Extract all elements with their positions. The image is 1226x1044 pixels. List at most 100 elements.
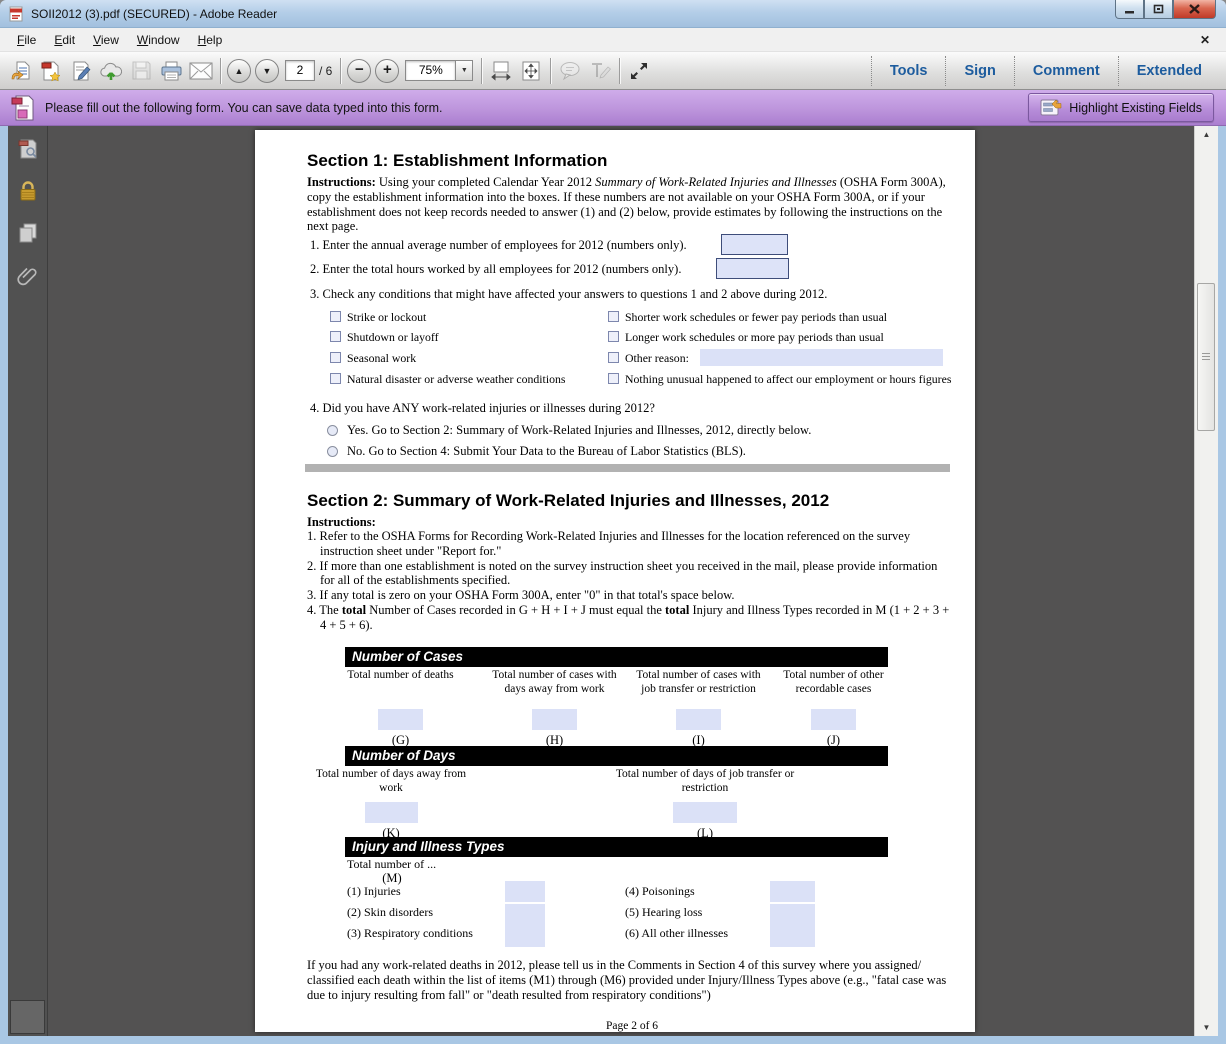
form-field-M4[interactable] xyxy=(770,881,815,902)
toolbar-separator xyxy=(550,58,551,84)
instruction-item: 1. Refer to the OSHA Forms for Recording… xyxy=(307,529,953,559)
close-document-icon[interactable]: ✕ xyxy=(1200,33,1210,47)
type-item-label: (2) Skin disorders xyxy=(347,905,433,920)
adobe-reader-window: SOII2012 (3).pdf (SECURED) - Adobe Reade… xyxy=(0,0,1226,1044)
print-button[interactable] xyxy=(157,57,185,85)
scrollbar-thumb[interactable] xyxy=(1197,283,1215,431)
radio-yes[interactable] xyxy=(327,425,338,436)
toolbar-panels: Tools Sign Comment Extended xyxy=(871,52,1220,89)
question1-text: 1. Enter the annual average number of em… xyxy=(310,238,687,253)
restore-button[interactable] xyxy=(1144,0,1173,19)
chevron-down-icon: ▼ xyxy=(461,67,468,74)
days-header-bar: Number of Days xyxy=(345,746,888,766)
cases-column-j: Total number of other recordable cases (… xyxy=(767,669,900,748)
close-button[interactable] xyxy=(1173,0,1216,19)
scroll-up-icon[interactable]: ▲ xyxy=(1195,130,1218,139)
attachments-icon[interactable] xyxy=(17,264,39,286)
page-thumbnails-icon[interactable] xyxy=(17,138,39,160)
zoom-in-button[interactable]: + xyxy=(375,59,399,83)
instruction-bold: total xyxy=(665,603,689,617)
radio-no[interactable] xyxy=(327,446,338,457)
menu-help[interactable]: Help xyxy=(189,30,232,50)
next-page-button[interactable]: ▼ xyxy=(255,59,279,83)
scrollbar-grip xyxy=(1202,353,1210,354)
scroll-down-icon[interactable]: ▼ xyxy=(1195,1023,1218,1032)
days-column-l: Total number of days of job transfer or … xyxy=(615,768,795,841)
vertical-scrollbar[interactable]: ▲ ▼ xyxy=(1194,126,1218,1036)
form-field-H[interactable] xyxy=(532,709,577,730)
navigation-sidebar xyxy=(8,126,48,1036)
toolbar: ▲ ▼ 2 / 6 − + 75% ▼ xyxy=(0,52,1226,90)
open-file-icon xyxy=(10,60,32,82)
zoom-dropdown-button[interactable]: ▼ xyxy=(455,60,473,81)
instructions-italic-title: Summary of Work-Related Injuries and Ill… xyxy=(595,175,837,189)
minimize-button[interactable] xyxy=(1115,0,1144,19)
comment-panel-button[interactable]: Comment xyxy=(1015,63,1118,79)
page-number-input[interactable]: 2 xyxy=(285,60,315,81)
instruction-item: 4. The total Number of Cases recorded in… xyxy=(307,603,953,633)
toolbar-separator xyxy=(619,58,620,84)
form-field-L[interactable] xyxy=(673,802,737,823)
previous-page-button[interactable]: ▲ xyxy=(227,59,251,83)
send-online-button[interactable] xyxy=(97,57,125,85)
type-item-label: (1) Injuries xyxy=(347,884,401,899)
email-button[interactable] xyxy=(187,57,215,85)
instructions-text: Using your completed Calendar Year 2012 xyxy=(376,175,595,189)
checkbox-shorter-schedules[interactable] xyxy=(608,311,619,322)
checkbox-nothing-unusual[interactable] xyxy=(608,373,619,384)
cloud-upload-icon xyxy=(99,60,123,82)
create-pdf-button[interactable] xyxy=(37,57,65,85)
cases-header-bar: Number of Cases xyxy=(345,647,888,667)
checkbox-shutdown[interactable] xyxy=(330,331,341,342)
menu-view[interactable]: View xyxy=(84,30,128,50)
instruction-text: Number of Cases recorded in G + H + I + … xyxy=(366,603,665,617)
tools-panel-button[interactable]: Tools xyxy=(872,63,946,79)
instruction-item: 2. If more than one establishment is not… xyxy=(307,559,953,589)
employees-field[interactable] xyxy=(721,234,788,255)
minimize-icon xyxy=(1125,5,1135,14)
form-field-M2-M3[interactable] xyxy=(505,904,545,947)
form-field-M1[interactable] xyxy=(505,881,545,902)
sticky-note-button[interactable] xyxy=(556,57,584,85)
form-field-M5-M6[interactable] xyxy=(770,904,815,947)
expand-arrows-icon xyxy=(629,61,649,81)
menu-window[interactable]: Window xyxy=(128,30,189,50)
form-field-I[interactable] xyxy=(676,709,721,730)
restore-icon xyxy=(1153,4,1164,14)
extended-panel-button[interactable]: Extended xyxy=(1119,63,1220,79)
zoom-in-icon: + xyxy=(383,61,392,78)
column-label: Total number of cases with days away fro… xyxy=(488,669,621,709)
other-reason-field[interactable] xyxy=(700,349,943,366)
text-markup-button[interactable] xyxy=(586,57,614,85)
close-icon xyxy=(1189,4,1200,14)
types-total-label: Total number of ... xyxy=(347,857,436,872)
pages-icon[interactable] xyxy=(17,222,39,244)
checkbox-other-reason[interactable] xyxy=(608,352,619,363)
checkbox-longer-schedules[interactable] xyxy=(608,331,619,342)
checkbox-label: Shorter work schedules or fewer pay peri… xyxy=(625,310,887,325)
security-lock-icon[interactable] xyxy=(17,180,39,202)
hours-worked-field[interactable] xyxy=(716,258,789,279)
sign-panel-button[interactable]: Sign xyxy=(946,63,1013,79)
menu-edit[interactable]: Edit xyxy=(45,30,84,50)
radio-yes-label: Yes. Go to Section 2: Summary of Work-Re… xyxy=(347,423,811,438)
checkbox-seasonal[interactable] xyxy=(330,352,341,363)
reading-mode-button[interactable] xyxy=(625,57,653,85)
checkbox-strike[interactable] xyxy=(330,311,341,322)
form-field-G[interactable] xyxy=(378,709,423,730)
fill-sign-button[interactable] xyxy=(67,57,95,85)
zoom-out-button[interactable]: − xyxy=(347,59,371,83)
form-field-K[interactable] xyxy=(365,802,418,823)
save-button[interactable] xyxy=(127,57,155,85)
text-edit-icon xyxy=(589,61,611,81)
fit-page-button[interactable] xyxy=(517,57,545,85)
menu-file[interactable]: File xyxy=(8,30,45,50)
highlight-existing-fields-button[interactable]: Highlight Existing Fields xyxy=(1028,93,1214,122)
checkbox-disaster[interactable] xyxy=(330,373,341,384)
open-file-button[interactable] xyxy=(7,57,35,85)
form-field-J[interactable] xyxy=(811,709,856,730)
fit-width-button[interactable] xyxy=(487,57,515,85)
main-area: Section 1: Establishment Information Ins… xyxy=(8,126,1218,1036)
type-item-label: (3) Respiratory conditions xyxy=(347,926,473,941)
zoom-level-input[interactable]: 75% xyxy=(405,60,455,81)
